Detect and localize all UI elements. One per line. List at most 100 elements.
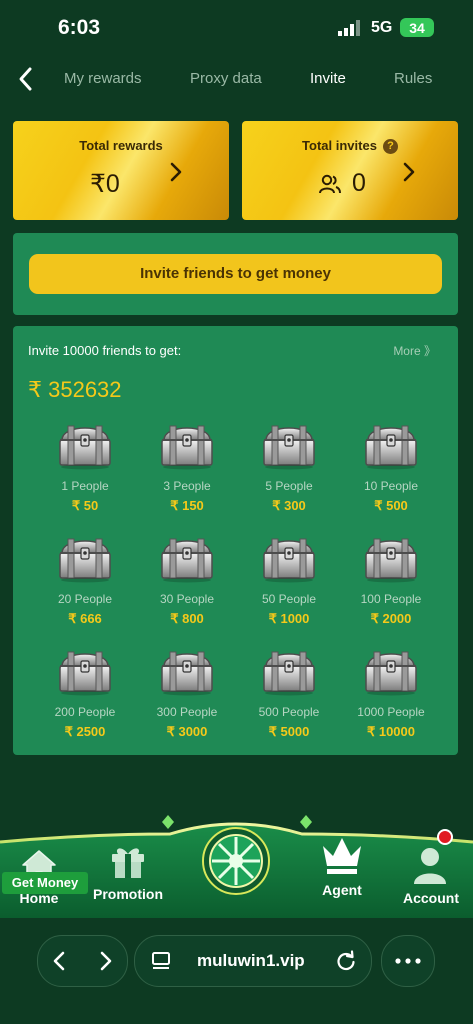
tier-people: 1000 People (357, 705, 425, 719)
treasure-chest-icon (365, 425, 417, 470)
tier-amount: ₹ 50 (71, 498, 99, 513)
tier-people: 30 People (159, 592, 215, 606)
reload-icon[interactable] (335, 950, 357, 972)
battery-level: 34 (409, 19, 425, 36)
nav-agent[interactable]: Agent (297, 820, 387, 918)
tab-my-rewards[interactable]: My rewards (64, 70, 142, 87)
reward-tier: 10 People ₹ 500 (341, 418, 441, 518)
tier-amount: ₹ 3000 (166, 724, 208, 739)
nav-get-money-label: Get Money (2, 872, 88, 894)
reward-tier: 1000 People ₹ 10000 (341, 644, 441, 744)
total-rewards-card[interactable]: Total rewards ₹0 (13, 121, 229, 220)
chevron-right-icon (403, 162, 415, 182)
reward-tier: 50 People ₹ 1000 (239, 531, 339, 631)
tier-people: 20 People (57, 592, 113, 606)
nav-agent-label: Agent (322, 882, 362, 898)
reward-tier: 300 People ₹ 3000 (137, 644, 237, 744)
total-rewards-value: ₹0 (90, 170, 120, 198)
nav-promotion-label: Promotion (93, 886, 163, 902)
gift-icon (112, 848, 144, 878)
browser-toolbar: muluwin1.vip (0, 918, 473, 1024)
top-nav: My rewards Proxy data Invite Rules (0, 56, 473, 102)
tier-amount: ₹ 5000 (268, 724, 310, 739)
tier-amount: ₹ 2000 (370, 611, 412, 626)
question-icon[interactable]: ? (382, 139, 398, 154)
url-bar[interactable]: muluwin1.vip (134, 935, 372, 987)
treasure-chest-icon (263, 538, 315, 583)
rewards-panel: Invite 10000 friends to get: More 》 ₹ 35… (13, 326, 458, 755)
treasure-chest-icon (263, 425, 315, 470)
reward-tier: 30 People ₹ 800 (137, 531, 237, 631)
people-icon (319, 174, 341, 194)
total-invites-card[interactable]: Total invites? 0 (242, 121, 458, 220)
tab-rules[interactable]: Rules (394, 70, 432, 87)
tier-people: 10 People (363, 479, 419, 493)
tier-people: 300 People (156, 705, 218, 719)
treasure-chest-icon (59, 425, 111, 470)
bottom-nav: Home Promotion Get Money Agent Account (0, 820, 473, 918)
status-bar: 6:03 5G 34 (0, 0, 473, 56)
crown-icon (323, 838, 361, 874)
more-link[interactable]: More 》 (393, 342, 436, 359)
tier-amount: ₹ 150 (170, 498, 204, 513)
chevron-right-icon[interactable] (95, 950, 115, 972)
total-invites-value: 0 (352, 169, 366, 197)
tab-proxy-data[interactable]: Proxy data (190, 70, 262, 87)
tier-people: 1 People (61, 479, 109, 493)
notification-dot (437, 829, 453, 845)
total-invites-label: Total invites (302, 138, 377, 153)
tier-people: 5 People (265, 479, 313, 493)
invite-panel: Invite friends to get money (13, 233, 458, 315)
total-rewards-label: Total rewards (79, 138, 163, 153)
tier-amount: ₹ 800 (170, 611, 204, 626)
tab-invite[interactable]: Invite (310, 70, 346, 87)
nav-get-money[interactable] (191, 820, 281, 918)
tier-people: 500 People (258, 705, 320, 719)
reward-tier: 3 People ₹ 150 (137, 418, 237, 518)
reward-tier: 20 People ₹ 666 (35, 531, 135, 631)
treasure-chest-icon (161, 425, 213, 470)
history-nav-group (37, 935, 128, 987)
user-icon (414, 848, 446, 884)
network-type: 5G (371, 19, 393, 36)
status-time: 6:03 (58, 16, 101, 39)
chevron-right-icon (170, 162, 182, 182)
nav-account-label: Account (403, 890, 459, 906)
back-icon[interactable] (14, 66, 40, 92)
ellipsis-icon (395, 958, 421, 964)
treasure-chest-icon (59, 651, 111, 696)
more-menu-button[interactable] (381, 935, 435, 987)
page-icon (152, 952, 170, 969)
treasure-chest-icon (161, 538, 213, 583)
reward-tier: 500 People ₹ 5000 (239, 644, 339, 744)
tier-people: 100 People (360, 592, 422, 606)
treasure-chest-icon (59, 538, 111, 583)
nav-home[interactable]: Home (0, 820, 84, 918)
signal-icon (338, 20, 360, 36)
reward-tier: 100 People ₹ 2000 (341, 531, 441, 631)
reward-tier: 1 People ₹ 50 (35, 418, 135, 518)
rewards-title: Invite 10000 friends to get: (28, 343, 182, 358)
reward-tier: 200 People ₹ 2500 (35, 644, 135, 744)
url-text: muluwin1.vip (197, 951, 305, 970)
treasure-chest-icon (161, 651, 213, 696)
tier-people: 200 People (54, 705, 116, 719)
chevron-left-icon[interactable] (50, 950, 70, 972)
nav-account[interactable]: Account (386, 820, 473, 918)
tier-amount: ₹ 666 (68, 611, 102, 626)
treasure-chest-icon (263, 651, 315, 696)
wheel-icon (202, 827, 270, 895)
treasure-chest-icon (365, 538, 417, 583)
tier-amount: ₹ 500 (374, 498, 408, 513)
tier-amount: ₹ 1000 (268, 611, 310, 626)
nav-promotion[interactable]: Promotion (83, 820, 173, 918)
treasure-chest-icon (365, 651, 417, 696)
reward-tier: 5 People ₹ 300 (239, 418, 339, 518)
total-invites-label-row: Total invites? (242, 138, 458, 154)
tier-amount: ₹ 10000 (366, 724, 416, 739)
tier-amount: ₹ 300 (272, 498, 306, 513)
tier-people: 3 People (163, 479, 211, 493)
invite-friends-button[interactable]: Invite friends to get money (29, 254, 442, 294)
tier-people: 50 People (261, 592, 317, 606)
tier-amount: ₹ 2500 (64, 724, 106, 739)
